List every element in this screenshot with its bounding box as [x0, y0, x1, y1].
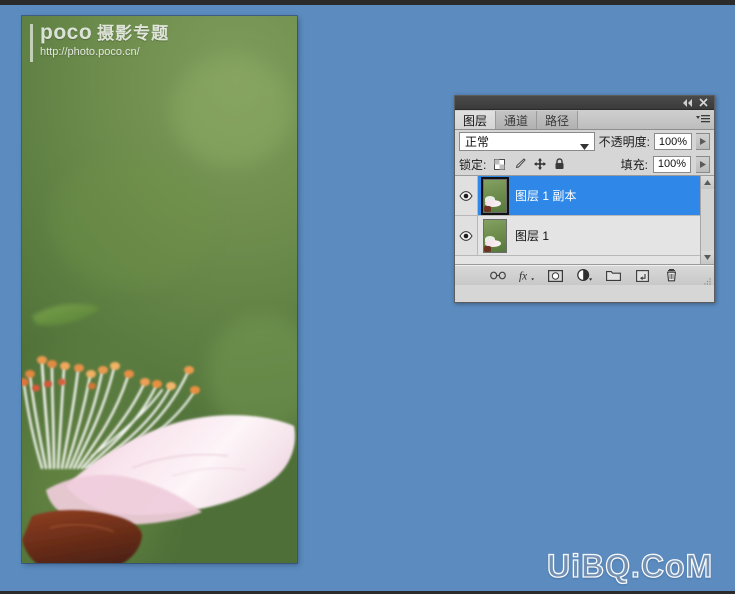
layer-list: 图层 1 副本 图层 1	[455, 176, 714, 265]
photo-canvas: poco 摄影专题 http://photo.poco.cn/	[22, 16, 297, 563]
link-layers-icon[interactable]	[489, 268, 506, 283]
fill-slider-button[interactable]	[696, 155, 710, 173]
layer-thumbnail[interactable]	[481, 176, 509, 215]
fill-input[interactable]: 100%	[653, 155, 691, 173]
layer-style-fx-icon[interactable]: fx	[519, 268, 535, 283]
lock-row: 锁定: 填充: 100%	[455, 153, 714, 176]
collapse-panel-button[interactable]	[680, 97, 694, 108]
thumbnail-calyx	[484, 205, 491, 212]
tab-paths[interactable]: 路径	[537, 111, 579, 129]
close-panel-button[interactable]	[696, 97, 710, 108]
thumbnail-calyx	[484, 245, 491, 252]
delete-layer-icon[interactable]	[664, 268, 680, 283]
flower-illustration	[22, 303, 295, 563]
layers-panel-toolbar: fx	[455, 265, 714, 285]
blend-mode-select[interactable]: 正常	[459, 132, 595, 151]
blend-mode-value: 正常	[465, 135, 490, 149]
opacity-input[interactable]: 100%	[654, 133, 692, 150]
table-row[interactable]: 图层 1 副本	[455, 176, 714, 216]
tab-layers[interactable]: 图层	[455, 111, 497, 129]
resize-grip[interactable]	[704, 276, 711, 285]
adjustment-layer-icon[interactable]	[576, 268, 593, 283]
layer-name[interactable]: 图层 1 副本	[515, 187, 576, 204]
layer-name[interactable]: 图层 1	[515, 227, 549, 244]
scroll-down-arrow-icon[interactable]	[701, 251, 714, 264]
layer-visibility-toggle[interactable]	[455, 216, 478, 255]
layer-thumbnail[interactable]	[483, 218, 507, 253]
all-lock-icon[interactable]	[553, 158, 566, 171]
opacity-slider-button[interactable]	[696, 133, 710, 150]
tab-channels[interactable]: 通道	[496, 111, 538, 129]
lock-label: 锁定:	[459, 157, 487, 172]
add-layer-mask-icon[interactable]	[548, 268, 564, 283]
svg-text:fx: fx	[519, 271, 527, 282]
layers-panel: 图层 通道 路径 正常 不透明度: 100% 锁定: 填充: 100% 图层 1…	[454, 95, 715, 303]
paint-lock-icon[interactable]	[513, 158, 526, 171]
top-edge-strip	[0, 0, 735, 5]
opacity-label: 不透明度:	[598, 135, 650, 149]
transparency-lock-icon[interactable]	[493, 158, 506, 171]
fill-label: 填充:	[620, 157, 648, 172]
table-row[interactable]: 图层 1	[455, 216, 714, 256]
panel-menu-icon[interactable]	[695, 113, 711, 126]
scroll-up-arrow-icon[interactable]	[701, 176, 714, 189]
position-lock-icon[interactable]	[533, 158, 546, 171]
lock-icon-group	[493, 158, 566, 171]
panel-titlebar	[455, 96, 714, 110]
new-layer-icon[interactable]	[635, 268, 651, 283]
panel-tabs: 图层 通道 路径	[455, 110, 714, 130]
layer-visibility-toggle[interactable]	[455, 176, 478, 215]
chevron-down-icon	[579, 139, 589, 153]
blend-mode-row: 正常 不透明度: 100%	[455, 130, 714, 153]
new-group-icon[interactable]	[606, 268, 622, 283]
site-watermark: UiBQ.CoM	[546, 547, 714, 584]
layer-list-scrollbar[interactable]	[700, 176, 714, 264]
